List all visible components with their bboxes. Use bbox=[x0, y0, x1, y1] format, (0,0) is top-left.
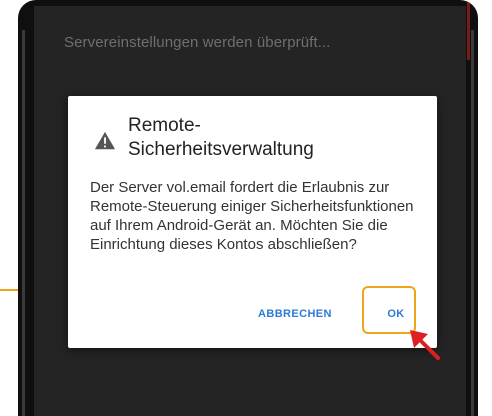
pointer-arrow-icon bbox=[410, 330, 440, 360]
phone-edge-left bbox=[22, 30, 25, 416]
dialog-actions: ABBRECHEN OK bbox=[68, 286, 437, 334]
phone-edge-right bbox=[471, 30, 474, 416]
dialog-title-line1: Remote- bbox=[128, 115, 201, 136]
dialog-title: Remote- Sicherheitsverwaltung bbox=[128, 114, 368, 162]
dialog-message: Der Server vol.email fordert die Erlaubn… bbox=[90, 179, 414, 253]
warning-icon bbox=[94, 131, 116, 150]
phone-red-edge bbox=[467, 0, 470, 60]
background-status-text: Servereinstellungen werden überprüft... bbox=[64, 34, 331, 51]
dialog-header: Remote- Sicherheitsverwaltung bbox=[94, 114, 414, 162]
cancel-button[interactable]: ABBRECHEN bbox=[258, 300, 332, 328]
dialog-title-line2: Sicherheitsverwaltung bbox=[128, 139, 314, 160]
security-dialog: Remote- Sicherheitsverwaltung Der Server… bbox=[68, 96, 437, 348]
screenshot: Servereinstellungen werden überprüft... … bbox=[0, 0, 492, 416]
